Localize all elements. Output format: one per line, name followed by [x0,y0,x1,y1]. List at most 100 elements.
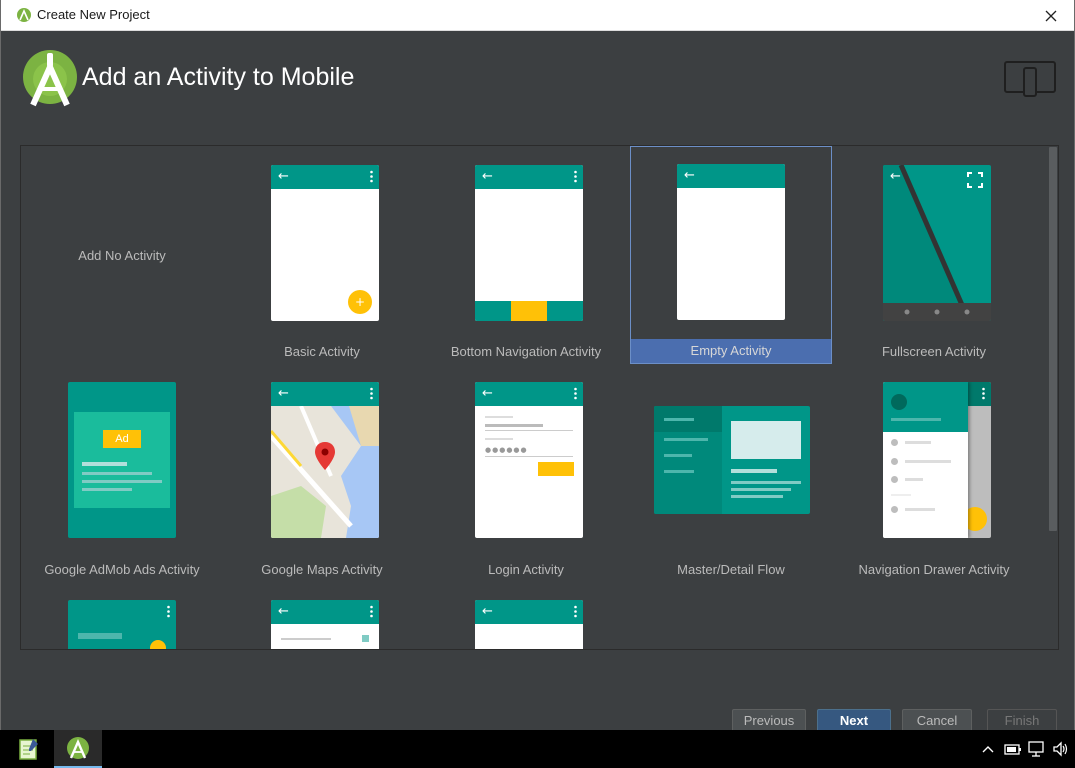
login-preview: ← ●●●●●● [475,382,583,538]
maps-preview: ← [271,382,379,538]
map-graphic [271,406,379,538]
fullscreen-diagonal-graphic [883,165,991,321]
back-arrow-icon: ← [684,168,695,183]
tile-empty-activity[interactable]: ← Empty Activity [630,146,832,364]
title-bar: Create New Project [1,0,1074,31]
drawer-item-line [905,441,931,444]
detail-text-line [731,481,801,484]
back-arrow-icon: ← [278,386,289,401]
back-arrow-icon: ← [278,169,289,184]
fullscreen-icon [967,172,983,188]
back-arrow-icon: ← [278,604,289,619]
fab-icon [150,640,166,649]
show-hidden-icons-chevron-icon[interactable] [982,740,994,758]
app-bar: ← [475,600,583,624]
tile-bottom-navigation-activity[interactable]: ← Bottom Navigation Activity [425,148,627,364]
taskbar-app-notepad[interactable] [5,730,53,768]
volume-icon[interactable] [1052,740,1070,758]
ad-badge: Ad [103,430,141,448]
field-hint-line [485,416,513,418]
tile-label: Add No Activity [78,248,166,263]
windows-taskbar [0,730,1075,768]
tile-label: Google Maps Activity [261,562,383,577]
tile-login-activity[interactable]: ← ●●●●●● Login Activity [425,366,627,582]
field-underline [485,430,573,431]
drawer-item-icon [891,439,898,446]
title-line [78,633,122,639]
ad-card: Ad [74,412,170,508]
ad-text-line [82,480,162,483]
gallery-scrollbar[interactable] [1049,147,1057,531]
master-detail-preview [654,406,810,514]
tile-row3-item-3[interactable]: ← [425,584,627,649]
tabbed-activity-preview: ← [475,600,583,649]
overflow-menu-icon [574,605,577,618]
map-pin-icon [315,442,335,470]
bottom-nav-selected-item [511,301,547,321]
tile-row3-item-1[interactable] [21,584,223,649]
tile-google-admob-ads-activity[interactable]: Ad Google AdMob Ads Activity [21,366,223,582]
back-arrow-icon: ← [482,386,493,401]
tile-label: Bottom Navigation Activity [450,344,602,359]
drawer-header-line [891,418,941,421]
tile-google-maps-activity[interactable]: ← Google Maps Activity [221,366,423,582]
list-line [664,418,694,421]
basic-activity-preview: ← + [271,165,379,321]
password-dots-icon: ●●●●●● [485,446,528,454]
tile-row3-item-2[interactable]: ← [221,584,423,649]
checkbox-icon [362,635,369,642]
tile-basic-activity[interactable]: ← + Basic Activity [221,148,423,364]
drawer-item-icon [891,506,898,513]
app-bar: ← [677,164,785,188]
tile-label: Fullscreen Activity [881,344,987,359]
field-underline [485,456,573,457]
close-icon [1045,10,1057,21]
page-title: Add an Activity to Mobile [82,63,355,91]
drawer-item-line [905,460,951,463]
empty-activity-preview: ← [677,164,785,320]
back-arrow-icon: ← [482,604,493,619]
login-button-preview [538,462,574,476]
ad-text-line [82,462,127,466]
tile-label: Google AdMob Ads Activity [44,562,200,577]
detail-text-line [731,488,791,491]
close-button[interactable] [1028,0,1074,31]
drawer-item-icon [891,476,898,483]
dialog-footer: Previous Next Cancel Finish [1,700,1074,733]
mobile-device-icon [1004,61,1056,97]
drawer-item-line [905,478,923,481]
field-hint-line [485,438,513,440]
detail-text-line [731,495,783,498]
tile-master-detail-flow[interactable]: Master/Detail Flow [630,366,832,582]
detail-title-line [731,469,777,473]
list-line [664,454,692,457]
battery-icon[interactable] [1004,740,1022,758]
overflow-menu-icon [574,387,577,400]
fab-add-icon: + [348,290,372,314]
drawer-header [883,382,968,432]
bottom-navigation-bar [475,301,583,321]
tile-add-no-activity[interactable]: Add No Activity [21,148,223,364]
overflow-menu-icon [370,170,373,183]
tile-label: Master/Detail Flow [677,562,785,577]
ad-text-line [82,488,132,491]
android-studio-icon [67,737,89,759]
android-studio-logo-icon [23,50,77,107]
overflow-menu-icon [370,605,373,618]
app-bar: ← [271,382,379,406]
overflow-menu-icon [167,605,170,618]
tile-label: Navigation Drawer Activity [858,562,1010,577]
network-icon[interactable] [1028,740,1046,758]
tile-label: Login Activity [488,562,564,577]
app-bar: ← [475,165,583,189]
settings-activity-preview: ← [271,600,379,649]
tile-navigation-drawer-activity[interactable]: Navigation Drawer Activity [833,366,1035,582]
overflow-menu-icon [982,387,985,400]
activity-gallery: Add No Activity ← + Basic Activity ← Bot… [20,145,1059,650]
taskbar-app-android-studio[interactable] [54,730,102,768]
app-bar: ← [271,600,379,624]
navigation-drawer [883,382,968,538]
tile-fullscreen-activity[interactable]: ← Fullscreen Activity [833,148,1035,364]
list-line [664,470,694,473]
scrolling-activity-preview [68,600,176,649]
